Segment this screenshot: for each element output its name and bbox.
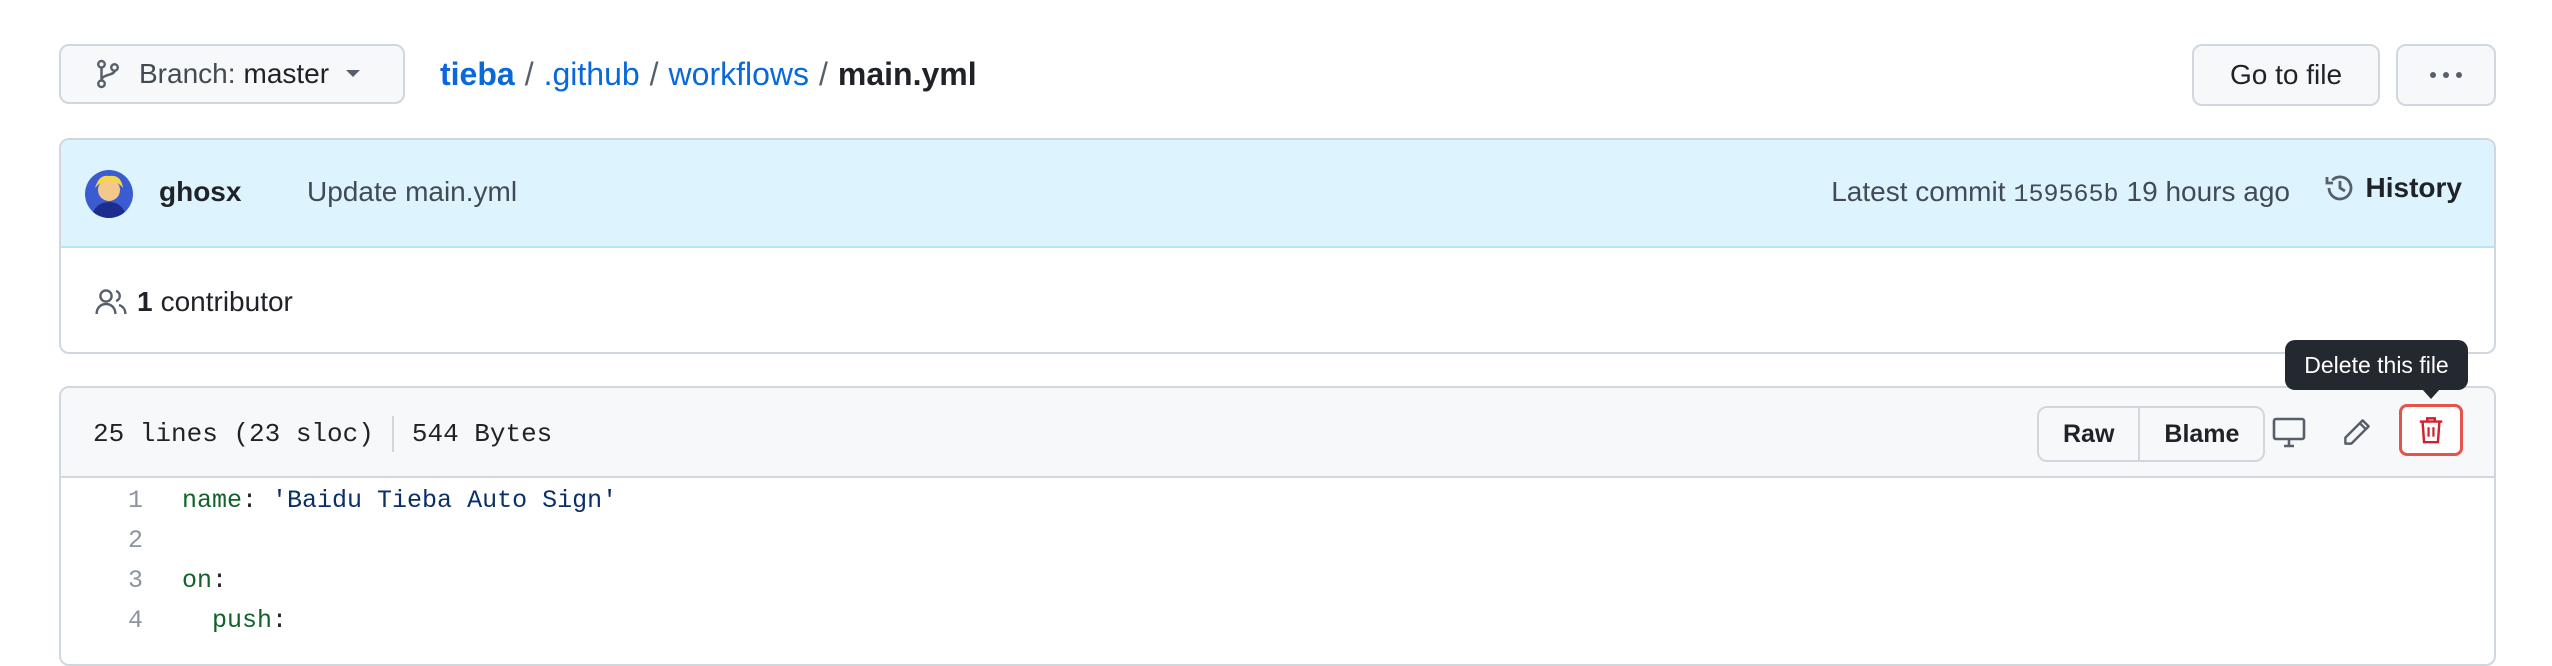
kebab-horizontal-icon [2429,71,2463,79]
branch-select-button[interactable]: Branch: master [59,44,405,104]
line-number[interactable]: 1 [61,486,143,515]
breadcrumb-separator: / [524,55,534,92]
file-line-count: 25 lines (23 sloc) [93,419,374,449]
branch-label: Branch: [139,58,236,89]
history-link[interactable]: History [2324,172,2462,204]
breadcrumb-separator: / [649,55,659,92]
code-line: 1 name: 'Baidu Tieba Auto Sign' [61,478,2494,518]
edit-file-button[interactable] [2329,404,2385,460]
tooltip-arrow [2422,389,2440,399]
breadcrumb-separator: / [819,55,828,92]
delete-tooltip: Delete this file [2285,340,2468,390]
go-to-file-button[interactable]: Go to file [2192,44,2380,106]
breadcrumb-repo-link[interactable]: tieba [440,56,515,93]
trash-icon [2417,415,2445,445]
commit-sha-link[interactable]: 159565b [2014,180,2119,209]
history-label: History [2365,172,2462,203]
commit-author-link[interactable]: ghosx [159,176,241,208]
git-branch-icon [95,59,121,89]
device-desktop-icon [2272,416,2306,448]
line-content: name: 'Baidu Tieba Auto Sign' [182,486,618,515]
branch-name: master [243,58,330,89]
history-icon [2324,172,2366,204]
file-info-divider [391,416,394,452]
commit-time: 19 hours ago [2126,176,2290,207]
file-viewer: 25 lines (23 sloc) 544 Bytes Raw Blame 1 [59,386,2496,666]
raw-button[interactable]: Raw [2039,408,2138,460]
raw-blame-group: Raw Blame [2037,406,2266,462]
contributors[interactable]: 1 contributor [95,286,293,318]
breadcrumb-github-link[interactable]: .github [544,56,640,93]
line-content: on: [182,566,228,595]
open-desktop-button[interactable] [2261,404,2317,460]
file-size: 544 Bytes [411,419,553,449]
commit-header: ghosx Update main.yml Latest commit 1595… [61,140,2494,248]
code-listing: 1 name: 'Baidu Tieba Auto Sign' 2 3 on: … [61,478,2494,638]
latest-commit-info: Latest commit 159565b 19 hours ago [1831,176,2290,209]
chevron-down-icon [345,69,361,79]
breadcrumb: tieba / .github / workflows / main.yml [440,50,977,98]
people-icon [95,288,137,316]
line-content: push: [182,606,288,635]
latest-commit-box: ghosx Update main.yml Latest commit 1595… [59,138,2496,354]
code-line: 3 on: [61,558,2494,598]
contributor-count: 1 [137,286,153,317]
code-line: 2 [61,518,2494,558]
breadcrumb-workflows-link[interactable]: workflows [669,56,809,93]
pencil-icon [2342,417,2372,447]
blame-button[interactable]: Blame [2138,408,2263,460]
latest-commit-label: Latest commit [1831,176,2006,207]
line-number[interactable]: 4 [61,606,143,635]
line-number[interactable]: 2 [61,526,143,555]
line-number[interactable]: 3 [61,566,143,595]
delete-file-button[interactable] [2399,404,2463,456]
more-options-button[interactable] [2396,44,2496,106]
file-header: 25 lines (23 sloc) 544 Bytes Raw Blame [61,388,2494,478]
avatar[interactable] [85,170,133,218]
file-info: 25 lines (23 sloc) 544 Bytes [93,416,552,452]
code-line: 4 push: [61,598,2494,638]
breadcrumb-current-file: main.yml [837,55,977,92]
contributor-label: contributor [160,286,293,317]
commit-message-link[interactable]: Update main.yml [307,176,517,208]
